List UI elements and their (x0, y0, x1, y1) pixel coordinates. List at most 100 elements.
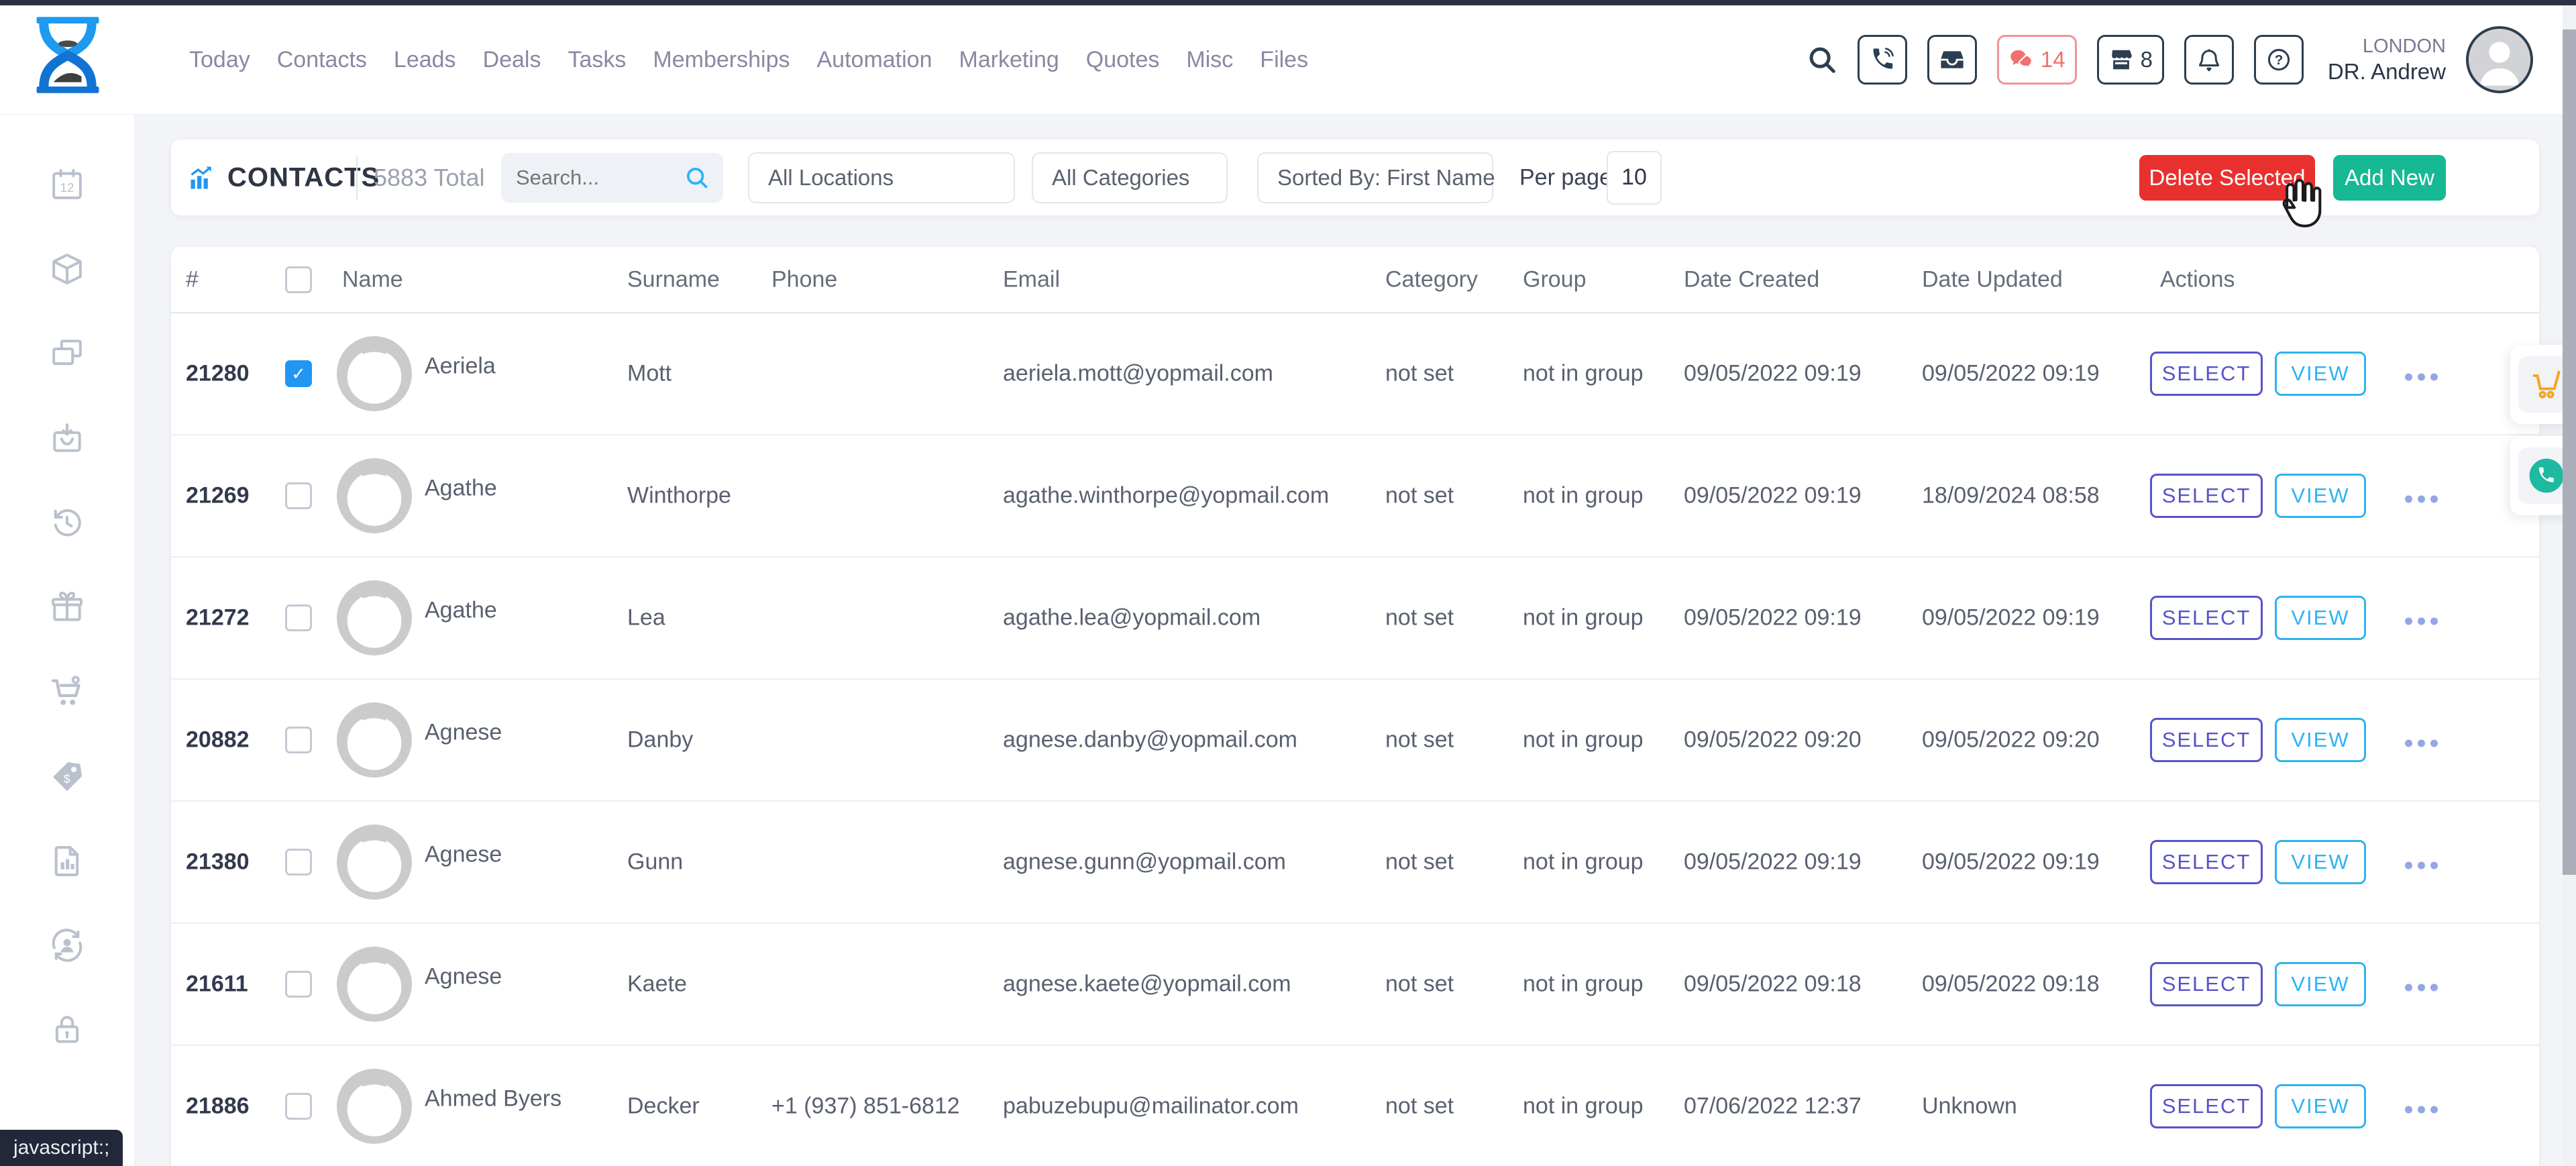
view-button[interactable]: VIEW (2275, 596, 2366, 640)
row-checkbox[interactable] (285, 849, 312, 876)
sidebar-item-calendar[interactable]: 12 (48, 166, 86, 203)
row-checkbox[interactable]: ✓ (285, 360, 312, 387)
row-checkbox[interactable] (285, 727, 312, 753)
nav-item-today[interactable]: Today (189, 47, 250, 73)
view-button[interactable]: VIEW (2275, 840, 2366, 884)
bell-icon (2196, 47, 2222, 72)
nav-item-files[interactable]: Files (1260, 47, 1308, 73)
search-icon[interactable] (1807, 44, 1837, 75)
table-row: 21886 Ahmed Byers Decker +1 (937) 851-68… (171, 1046, 2539, 1166)
sidebar-item-pricing[interactable]: $ (48, 757, 86, 795)
row-checkbox[interactable] (285, 1093, 312, 1120)
select-all-checkbox[interactable] (285, 266, 312, 293)
sidebar-item-reports[interactable] (48, 842, 86, 880)
nav-item-quotes[interactable]: Quotes (1086, 47, 1160, 73)
select-button[interactable]: SELECT (2150, 840, 2263, 884)
window-top-strip (0, 0, 2576, 5)
nav-item-marketing[interactable]: Marketing (959, 47, 1059, 73)
person-avatar-icon (337, 825, 412, 900)
contact-id: 21380 (186, 849, 250, 876)
contact-category: not set (1385, 1094, 1454, 1120)
select-button[interactable]: SELECT (2150, 474, 2263, 518)
row-menu-ellipsis[interactable] (2405, 849, 2443, 876)
person-avatar-icon (337, 947, 412, 1022)
row-menu-ellipsis[interactable] (2405, 361, 2443, 387)
contact-date-created: 09/05/2022 09:19 (1684, 605, 1862, 631)
contact-group: not in group (1523, 727, 1644, 753)
user-name: DR. Andrew (2328, 58, 2446, 85)
phone-button[interactable] (1858, 35, 1907, 85)
history-icon (48, 504, 86, 541)
sidebar-item-history[interactable] (48, 504, 86, 541)
contact-date-updated: 09/05/2022 09:19 (1922, 361, 2100, 387)
contact-first-name: Agathe (425, 598, 497, 624)
header-group: Group (1523, 266, 1587, 293)
header-surname: Surname (627, 266, 720, 293)
nav-item-tasks[interactable]: Tasks (568, 47, 627, 73)
header-date-created: Date Created (1684, 266, 1819, 293)
sidebar-item-orders[interactable] (48, 419, 86, 457)
row-menu-ellipsis[interactable] (2405, 483, 2443, 509)
sidebar-item-rewards[interactable] (48, 588, 86, 626)
nav-item-leads[interactable]: Leads (394, 47, 456, 73)
scrollbar-thumb[interactable] (2563, 30, 2576, 875)
notifications-button[interactable] (2184, 35, 2234, 85)
locations-filter[interactable]: All Locations (748, 152, 1015, 203)
sort-filter[interactable]: Sorted By: First Name (1257, 152, 1493, 203)
contact-group: not in group (1523, 483, 1644, 509)
page-scrollbar[interactable] (2563, 5, 2576, 1166)
select-button[interactable]: SELECT (2150, 352, 2263, 396)
select-button[interactable]: SELECT (2150, 1084, 2263, 1128)
contact-category: not set (1385, 361, 1454, 387)
user-info[interactable]: LONDON DR. Andrew (2328, 35, 2446, 85)
select-button[interactable]: SELECT (2150, 596, 2263, 640)
view-button[interactable]: VIEW (2275, 1084, 2366, 1128)
per-page-select[interactable]: 10 (1607, 151, 1662, 205)
app-logo-hourglass-icon[interactable] (32, 16, 104, 94)
sidebar-item-cart-settings[interactable] (48, 673, 86, 710)
nav-item-automation[interactable]: Automation (817, 47, 932, 73)
select-button[interactable]: SELECT (2150, 718, 2263, 762)
sidebar-item-packages[interactable] (48, 250, 86, 288)
row-checkbox[interactable] (285, 604, 312, 631)
view-button[interactable]: VIEW (2275, 352, 2366, 396)
view-button[interactable]: VIEW (2275, 962, 2366, 1006)
row-menu-ellipsis[interactable] (2405, 1094, 2443, 1120)
contact-first-name: Agnese (425, 964, 502, 990)
contact-group: not in group (1523, 1094, 1644, 1120)
sidebar-item-duplicates[interactable] (48, 335, 86, 372)
select-button[interactable]: SELECT (2150, 962, 2263, 1006)
help-button[interactable]: ? (2254, 35, 2304, 85)
inbox-button[interactable] (1927, 35, 1977, 85)
header-actions: Actions (2160, 266, 2235, 293)
nav-item-misc[interactable]: Misc (1186, 47, 1233, 73)
search-input[interactable] (515, 165, 684, 191)
row-checkbox[interactable] (285, 971, 312, 998)
add-new-button[interactable]: Add New (2333, 155, 2446, 201)
contact-avatar (337, 458, 412, 533)
nav-item-contacts[interactable]: Contacts (277, 47, 367, 73)
nav-item-deals[interactable]: Deals (483, 47, 541, 73)
row-menu-ellipsis[interactable] (2405, 727, 2443, 753)
delete-selected-button[interactable]: Delete Selected (2139, 155, 2315, 201)
sidebar-item-security[interactable] (48, 1011, 86, 1049)
store-button[interactable]: 8 (2097, 35, 2164, 85)
header-id: # (186, 266, 199, 293)
gift-icon (48, 588, 86, 626)
sidebar-item-user-sync[interactable] (48, 926, 86, 964)
categories-filter[interactable]: All Categories (1032, 152, 1228, 203)
contact-first-name: Agnese (425, 842, 502, 868)
view-button[interactable]: VIEW (2275, 718, 2366, 762)
search-submit-icon[interactable] (684, 165, 710, 191)
phone-icon (1870, 47, 1895, 72)
row-menu-ellipsis[interactable] (2405, 605, 2443, 631)
row-menu-ellipsis[interactable] (2405, 971, 2443, 998)
user-avatar[interactable] (2466, 26, 2533, 93)
view-button[interactable]: VIEW (2275, 474, 2366, 518)
nav-item-memberships[interactable]: Memberships (653, 47, 790, 73)
chat-button[interactable]: 14 (1997, 35, 2077, 85)
row-checkbox[interactable] (285, 482, 312, 509)
per-page-label: Per page (1519, 164, 1612, 191)
contact-date-updated: Unknown (1922, 1094, 2017, 1120)
contact-id: 21269 (186, 483, 250, 509)
